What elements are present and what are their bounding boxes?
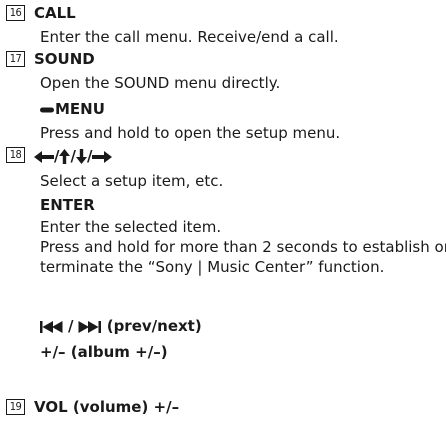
sub-description: Press and hold to open the setup menu. (40, 124, 341, 142)
album-label: +/– (album +/–) (40, 343, 168, 361)
prev-icon (40, 320, 63, 333)
prev-next-text: (prev/next) (106, 317, 202, 335)
item-title-sound: SOUND (34, 50, 95, 68)
enter-desc-line: Enter the selected item. (40, 218, 222, 236)
sub-title-label: MENU (55, 100, 105, 118)
sub-title-menu: MENU (40, 100, 105, 118)
minus-icon (40, 107, 54, 112)
item-number: 18 (6, 147, 25, 163)
entry-19: 19 VOL (volume) +/– (6, 398, 444, 420)
arrow-up-icon (59, 149, 71, 164)
enter-title: ENTER (40, 196, 95, 214)
item-title-call: CALL (34, 4, 76, 22)
next-icon (78, 320, 102, 333)
enter-desc-line: Press and hold for more than 2 seconds t… (40, 238, 446, 276)
item-title-volume: VOL (volume) +/– (34, 398, 180, 416)
enter-description: Enter the selected item. Press and hold … (40, 217, 446, 277)
item-number: 19 (6, 399, 25, 415)
item-description: Open the SOUND menu directly. (40, 74, 281, 92)
item-description: Enter the call menu. Receive/end a call. (40, 28, 339, 46)
prev-next-label: / (prev/next) (40, 317, 202, 335)
entry-16: 16 CALL Enter the call menu. Receive/end… (6, 4, 444, 46)
item-number: 16 (6, 5, 25, 21)
arrow-down-icon (75, 149, 87, 164)
entry-18: 18 / / / Select a setup item, etc. ENTER… (6, 146, 446, 390)
item-title-arrows: / / / (34, 147, 113, 165)
item-number: 17 (6, 51, 25, 67)
arrow-left-icon (34, 150, 54, 163)
item-description: Select a setup item, etc. (40, 172, 224, 190)
arrow-right-icon (92, 150, 113, 163)
